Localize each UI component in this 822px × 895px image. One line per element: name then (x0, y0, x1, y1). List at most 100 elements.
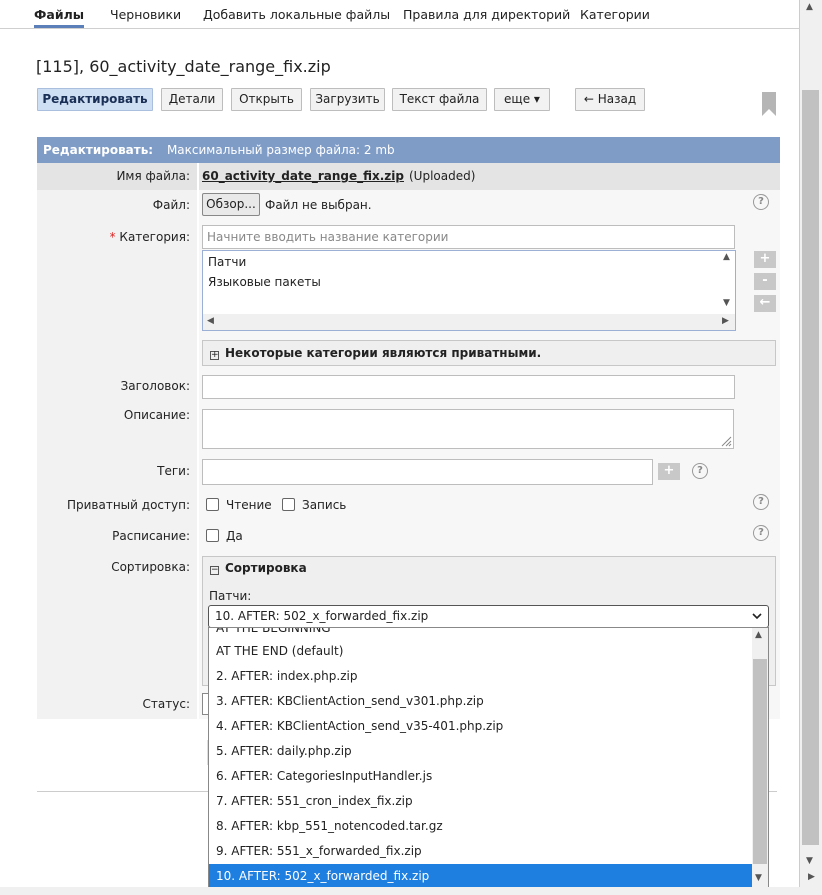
scrollbar-thumb[interactable] (753, 659, 767, 864)
category-label: * Категория: (37, 221, 197, 371)
status-label: Статус: (37, 689, 197, 719)
clear-category-button[interactable]: ← (754, 295, 776, 312)
sort-label: Сортировка: (37, 551, 197, 689)
sort-category-label: Патчи: (209, 589, 252, 603)
private-categories-toggle[interactable]: + Некоторые категории являются приватными… (202, 340, 776, 366)
max-file-size-note: Максимальный размер файла: 2 mb (166, 143, 395, 157)
upload-status: (Uploaded) (409, 169, 476, 183)
tags-input[interactable] (202, 459, 653, 485)
write-label: Запись (302, 498, 347, 512)
sort-order-selected: 10. AFTER: 502_x_forwarded_fix.zip (215, 609, 429, 623)
filename-row: Имя файла: 60_activity_date_range_fix.zi… (37, 163, 780, 190)
read-label: Чтение (226, 498, 272, 512)
scroll-down-icon[interactable]: ▼ (806, 856, 813, 866)
sort-order-select[interactable]: 10. AFTER: 502_x_forwarded_fix.zip (208, 605, 769, 628)
dropdown-option[interactable]: 9. AFTER: 551_x_forwarded_fix.zip (209, 839, 753, 864)
dropdown-option[interactable]: 7. AFTER: 551_cron_index_fix.zip (209, 789, 753, 814)
back-button[interactable]: ← Назад (575, 88, 645, 111)
page-scrollbar-thumb[interactable] (802, 90, 819, 845)
scroll-up-icon[interactable]: ▲ (806, 2, 813, 12)
tab-add-local-files[interactable]: Добавить локальные файлы (203, 6, 390, 28)
tab-drafts[interactable]: Черновики (110, 6, 181, 28)
page-scrollbar[interactable]: ▲ ▼ ▶ (800, 0, 822, 887)
help-icon[interactable]: ? (753, 494, 769, 510)
horizontal-scrollbar[interactable]: ◀ ▶ (203, 314, 735, 330)
scroll-right-icon[interactable]: ▶ (808, 872, 815, 882)
schedule-checkbox[interactable] (206, 529, 219, 542)
dropdown-option[interactable]: 8. AFTER: kbp_551_notencoded.tar.gz (209, 814, 753, 839)
help-icon[interactable]: ? (753, 194, 769, 210)
scroll-down-icon[interactable]: ▼ (723, 298, 730, 308)
add-category-button[interactable]: + (754, 251, 776, 268)
heading-input[interactable] (202, 375, 735, 399)
tags-label: Теги: (37, 455, 197, 490)
schedule-label: Расписание: (37, 521, 197, 551)
filename-field: 60_activity_date_range_fix.zip (Uploaded… (199, 163, 780, 190)
remove-category-button[interactable]: - (754, 273, 776, 290)
scroll-up-icon[interactable]: ▲ (723, 252, 730, 262)
dropdown-scrollbar[interactable]: ▲ ▼ (752, 628, 768, 888)
sort-box-header[interactable]: − Сортировка (203, 561, 307, 575)
heading-label: Заголовок: (37, 371, 197, 402)
file-row: Файл: Обзор... Файл не выбран. ? (37, 190, 780, 221)
scroll-down-icon[interactable]: ▼ (755, 873, 762, 883)
more-button[interactable]: еще ▾ (494, 88, 550, 111)
write-checkbox[interactable] (282, 498, 295, 511)
private-categories-note: Некоторые категории являются приватными. (225, 346, 542, 360)
expand-icon: + (210, 350, 219, 360)
horizontal-page-scrollbar[interactable] (0, 887, 822, 895)
schedule-field: Да ? (199, 521, 780, 551)
category-label-text: Категория: (119, 230, 190, 244)
help-icon[interactable]: ? (692, 463, 708, 479)
scroll-right-icon[interactable]: ▶ (722, 316, 729, 326)
collapse-icon: − (210, 565, 219, 575)
resize-handle-icon[interactable] (720, 435, 732, 447)
add-tag-button[interactable]: + (658, 463, 680, 480)
no-file-chosen: Файл не выбран. (265, 198, 372, 212)
dropdown-option[interactable]: 5. AFTER: daily.php.zip (209, 739, 753, 764)
sort-order-dropdown[interactable]: AT THE BEGINNING AT THE END (default) 2.… (208, 627, 769, 889)
details-button[interactable]: Детали (161, 88, 223, 111)
description-textarea[interactable] (202, 409, 734, 449)
edit-button[interactable]: Редактировать (37, 88, 153, 111)
sort-box-title: Сортировка (225, 561, 307, 575)
help-icon[interactable]: ? (753, 525, 769, 541)
dropdown-option[interactable]: 4. AFTER: KBClientAction_send_v35-401.ph… (209, 714, 753, 739)
category-list[interactable]: Патчи Языковые пакеты ▲ ▼ ◀ ▶ (202, 250, 736, 331)
filename-link[interactable]: 60_activity_date_range_fix.zip (202, 169, 404, 183)
schedule-row: Расписание: Да ? (37, 521, 780, 551)
page: Файлы Черновики Добавить локальные файлы… (0, 0, 800, 889)
filename-label: Имя файла: (37, 163, 197, 190)
list-item[interactable]: Патчи (208, 255, 246, 269)
list-item[interactable]: Языковые пакеты (208, 275, 321, 289)
schedule-yes-label: Да (226, 529, 243, 543)
top-tabs: Файлы Черновики Добавить локальные файлы… (0, 0, 800, 29)
private-access-label: Приватный доступ: (37, 490, 197, 521)
scroll-left-icon[interactable]: ◀ (207, 316, 214, 326)
scroll-up-icon[interactable]: ▲ (755, 630, 762, 640)
dropdown-option[interactable]: 3. AFTER: KBClientAction_send_v301.php.z… (209, 689, 753, 714)
tab-files[interactable]: Файлы (34, 6, 85, 28)
browse-button[interactable]: Обзор... (202, 193, 260, 216)
form-header: Редактировать: Максимальный размер файла… (37, 137, 780, 163)
page-title: [115], 60_activity_date_range_fix.zip (36, 57, 331, 76)
file-field: Обзор... Файл не выбран. ? (199, 190, 780, 221)
category-search-input[interactable]: Начните вводить название категории (202, 225, 735, 249)
private-access-field: Чтение Запись ? (199, 490, 780, 521)
dropdown-option[interactable]: AT THE END (default) (209, 639, 753, 664)
form-header-title: Редактировать: (43, 143, 154, 157)
open-button[interactable]: Открыть (231, 88, 302, 111)
private-access-row: Приватный доступ: Чтение Запись ? (37, 490, 780, 521)
read-checkbox[interactable] (206, 498, 219, 511)
dropdown-option[interactable]: 2. AFTER: index.php.zip (209, 664, 753, 689)
upload-button[interactable]: Загрузить (310, 88, 385, 111)
dropdown-option-selected[interactable]: 10. AFTER: 502_x_forwarded_fix.zip (209, 864, 753, 888)
bookmark-icon[interactable] (762, 92, 776, 116)
dropdown-option[interactable]: 6. AFTER: CategoriesInputHandler.js (209, 764, 753, 789)
file-text-button[interactable]: Текст файла (392, 88, 487, 111)
tab-categories[interactable]: Категории (580, 6, 650, 28)
tab-directory-rules[interactable]: Правила для директорий (403, 6, 570, 28)
description-label: Описание: (37, 402, 197, 455)
chevron-down-icon (752, 613, 762, 620)
required-mark: * (109, 230, 116, 244)
